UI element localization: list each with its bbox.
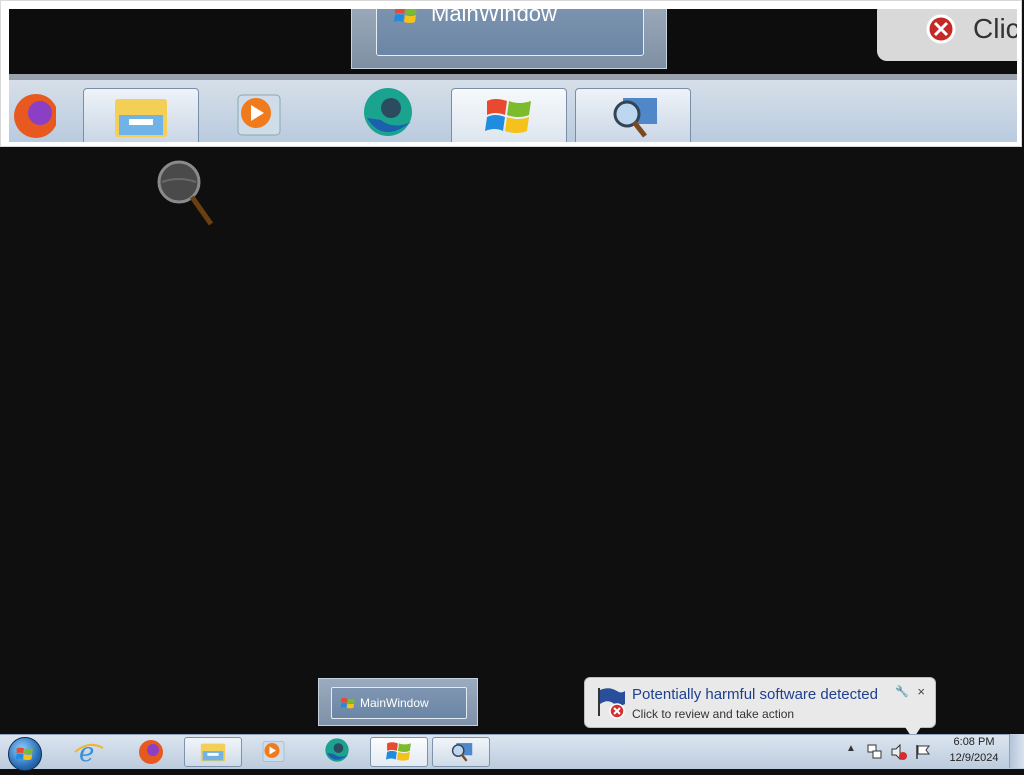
action-center-flag-icon[interactable] bbox=[914, 743, 932, 761]
taskbar-media-player[interactable] bbox=[244, 737, 302, 767]
file-explorer-icon bbox=[200, 743, 226, 762]
network-icon[interactable] bbox=[866, 743, 884, 761]
action-center-flag-icon bbox=[598, 688, 625, 719]
magnified-taskbar bbox=[9, 74, 1017, 142]
edge-icon bbox=[325, 738, 349, 762]
taskbar-magnifier[interactable] bbox=[432, 737, 490, 767]
taskbar-mainwindow-app[interactable] bbox=[370, 737, 428, 767]
media-player-icon bbox=[262, 741, 285, 762]
internet-explorer-icon: e bbox=[74, 738, 104, 766]
magnified-edge bbox=[331, 88, 445, 142]
wrench-icon[interactable]: 🔧 bbox=[895, 685, 909, 698]
clock-date: 12/9/2024 bbox=[949, 752, 999, 764]
security-flag-icon bbox=[926, 14, 956, 44]
taskbar-thumbnail-preview[interactable]: MainWindow bbox=[318, 678, 478, 726]
system-clock[interactable]: 6:08 PM 12/9/2024 bbox=[946, 734, 1002, 766]
magnified-thumbnail-preview: MainWindow bbox=[351, 9, 667, 69]
taskbar: e ▲ bbox=[0, 734, 1024, 771]
show-hidden-icons-button[interactable]: ▲ bbox=[846, 743, 856, 754]
windows-orb-icon bbox=[15, 747, 33, 761]
edge-icon bbox=[364, 88, 412, 136]
magnifier-icon bbox=[613, 98, 657, 138]
clock-time: 6:08 PM bbox=[953, 736, 995, 748]
firefox-icon bbox=[139, 740, 163, 764]
svg-text:e: e bbox=[79, 738, 94, 766]
windows-flag-icon bbox=[394, 9, 417, 23]
magnified-firefox bbox=[9, 88, 83, 142]
notification-body: Click to review and take action bbox=[632, 707, 795, 721]
start-button[interactable] bbox=[8, 737, 42, 771]
windows-flag-icon bbox=[340, 697, 355, 708]
magnifier-view: MainWindow Clic bbox=[9, 9, 1017, 142]
show-desktop-button[interactable] bbox=[1009, 734, 1024, 768]
magnifier-window[interactable]: MainWindow Clic bbox=[0, 0, 1022, 147]
magnified-media-player bbox=[201, 88, 315, 142]
notification-title: Potentially harmful software detected bbox=[632, 686, 878, 703]
security-notification-balloon[interactable]: Potentially harmful software detected Cl… bbox=[584, 677, 936, 739]
notification-close-button[interactable]: × bbox=[917, 684, 925, 699]
magnifier-icon bbox=[451, 743, 473, 762]
magnified-explorer bbox=[83, 88, 199, 142]
windows-flag-icon bbox=[386, 742, 411, 761]
taskbar-internet-explorer[interactable]: e bbox=[60, 737, 118, 767]
magnified-notification-text: Clic bbox=[973, 13, 1017, 44]
taskbar-firefox[interactable] bbox=[122, 737, 180, 767]
mainwindow-thumbnail[interactable]: MainWindow bbox=[331, 687, 467, 719]
magnified-mainwindow-thumb: MainWindow bbox=[376, 9, 644, 56]
media-player-icon bbox=[237, 94, 281, 136]
firefox-icon bbox=[14, 94, 56, 138]
magnified-mainwindow-label: MainWindow bbox=[431, 9, 557, 26]
taskbar-file-explorer[interactable] bbox=[184, 737, 242, 767]
magnified-magnifier-app bbox=[575, 88, 691, 142]
magnified-windows-app bbox=[451, 88, 567, 142]
magnified-notification-fragment: Clic bbox=[877, 9, 1017, 61]
file-explorer-icon bbox=[115, 99, 167, 137]
thumbnail-title: MainWindow bbox=[360, 696, 429, 710]
windows-flag-icon bbox=[485, 99, 531, 133]
magnifier-cursor-icon bbox=[157, 160, 214, 226]
taskbar-edge[interactable] bbox=[308, 737, 366, 767]
volume-muted-icon[interactable] bbox=[890, 743, 908, 761]
